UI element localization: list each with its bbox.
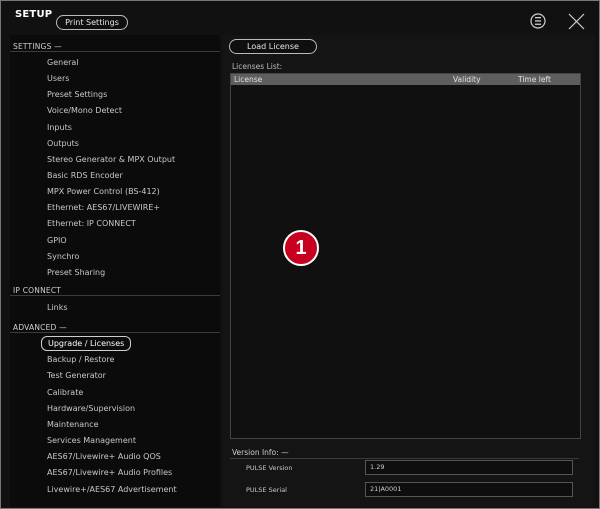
sidebar-item-outputs[interactable]: Outputs bbox=[47, 139, 79, 148]
sidebar-item-voice-mono-detect[interactable]: Voice/Mono Detect bbox=[47, 106, 122, 115]
column-time-left[interactable]: Time left bbox=[518, 75, 551, 84]
sidebar-item-maintenance[interactable]: Maintenance bbox=[47, 420, 99, 429]
sidebar-item-audio-qos[interactable]: AES67/Livewire+ Audio QOS bbox=[47, 452, 161, 461]
sidebar-item-ethernet-ip-connect[interactable]: Ethernet: IP CONNECT bbox=[47, 219, 136, 228]
sidebar-item-basic-rds-encoder[interactable]: Basic RDS Encoder bbox=[47, 171, 123, 180]
pulse-version-label: PULSE Version bbox=[246, 464, 293, 472]
pulse-version-value: 1.29 bbox=[365, 460, 573, 475]
sidebar-item-general[interactable]: General bbox=[47, 58, 79, 67]
version-info-header[interactable]: Version Info: — bbox=[232, 448, 289, 457]
sidebar-item-advertisement[interactable]: Livewire+/AES67 Advertisement bbox=[47, 485, 177, 494]
sidebar-item-calibrate[interactable]: Calibrate bbox=[47, 388, 83, 397]
divider bbox=[10, 51, 220, 52]
divider bbox=[230, 458, 579, 459]
settings-section-header[interactable]: SETTINGS — bbox=[13, 42, 62, 51]
sidebar-item-preset-settings[interactable]: Preset Settings bbox=[47, 90, 107, 99]
sidebar-item-hardware-supervision[interactable]: Hardware/Supervision bbox=[47, 404, 135, 413]
advanced-section-header[interactable]: ADVANCED — bbox=[13, 323, 67, 332]
sidebar-item-ethernet-aes67[interactable]: Ethernet: AES67/LIVEWIRE+ bbox=[47, 203, 160, 212]
column-license[interactable]: License bbox=[234, 75, 262, 84]
setup-title: SETUP bbox=[15, 9, 53, 20]
sidebar-item-inputs[interactable]: Inputs bbox=[47, 123, 72, 132]
sidebar-item-backup-restore[interactable]: Backup / Restore bbox=[47, 355, 114, 364]
licenses-table[interactable]: License Validity Time left bbox=[230, 73, 581, 439]
help-icon[interactable] bbox=[530, 13, 546, 29]
ipconnect-section-header[interactable]: IP CONNECT bbox=[13, 286, 61, 295]
sidebar-item-links[interactable]: Links bbox=[47, 303, 68, 312]
column-validity[interactable]: Validity bbox=[453, 75, 481, 84]
sidebar-item-users[interactable]: Users bbox=[47, 74, 69, 83]
callout-marker: 1 bbox=[283, 230, 319, 266]
sidebar-item-synchro[interactable]: Synchro bbox=[47, 252, 79, 261]
setup-window: SETUP Print Settings SETTINGS — General … bbox=[0, 0, 600, 509]
print-settings-button[interactable]: Print Settings bbox=[56, 15, 128, 30]
sidebar-item-services-management[interactable]: Services Management bbox=[47, 436, 136, 445]
sidebar-item-mpx-power-control[interactable]: MPX Power Control (BS-412) bbox=[47, 187, 160, 196]
sidebar-item-test-generator[interactable]: Test Generator bbox=[47, 371, 106, 380]
table-header: License Validity Time left bbox=[231, 74, 580, 85]
licenses-list-label: Licenses List: bbox=[232, 62, 283, 71]
pulse-serial-value: 21|A0001 bbox=[365, 482, 573, 497]
divider bbox=[10, 295, 220, 296]
sidebar-item-audio-profiles[interactable]: AES67/Livewire+ Audio Profiles bbox=[47, 468, 172, 477]
load-license-button[interactable]: Load License bbox=[229, 39, 317, 54]
sidebar-item-preset-sharing[interactable]: Preset Sharing bbox=[47, 268, 105, 277]
sidebar-item-gpio[interactable]: GPIO bbox=[47, 236, 67, 245]
divider bbox=[10, 332, 220, 333]
close-icon[interactable] bbox=[568, 13, 585, 30]
pulse-serial-label: PULSE Serial bbox=[246, 486, 287, 494]
sidebar-item-stereo-generator[interactable]: Stereo Generator & MPX Output bbox=[47, 155, 175, 164]
sidebar-item-upgrade-licenses[interactable]: Upgrade / Licenses bbox=[41, 336, 132, 351]
